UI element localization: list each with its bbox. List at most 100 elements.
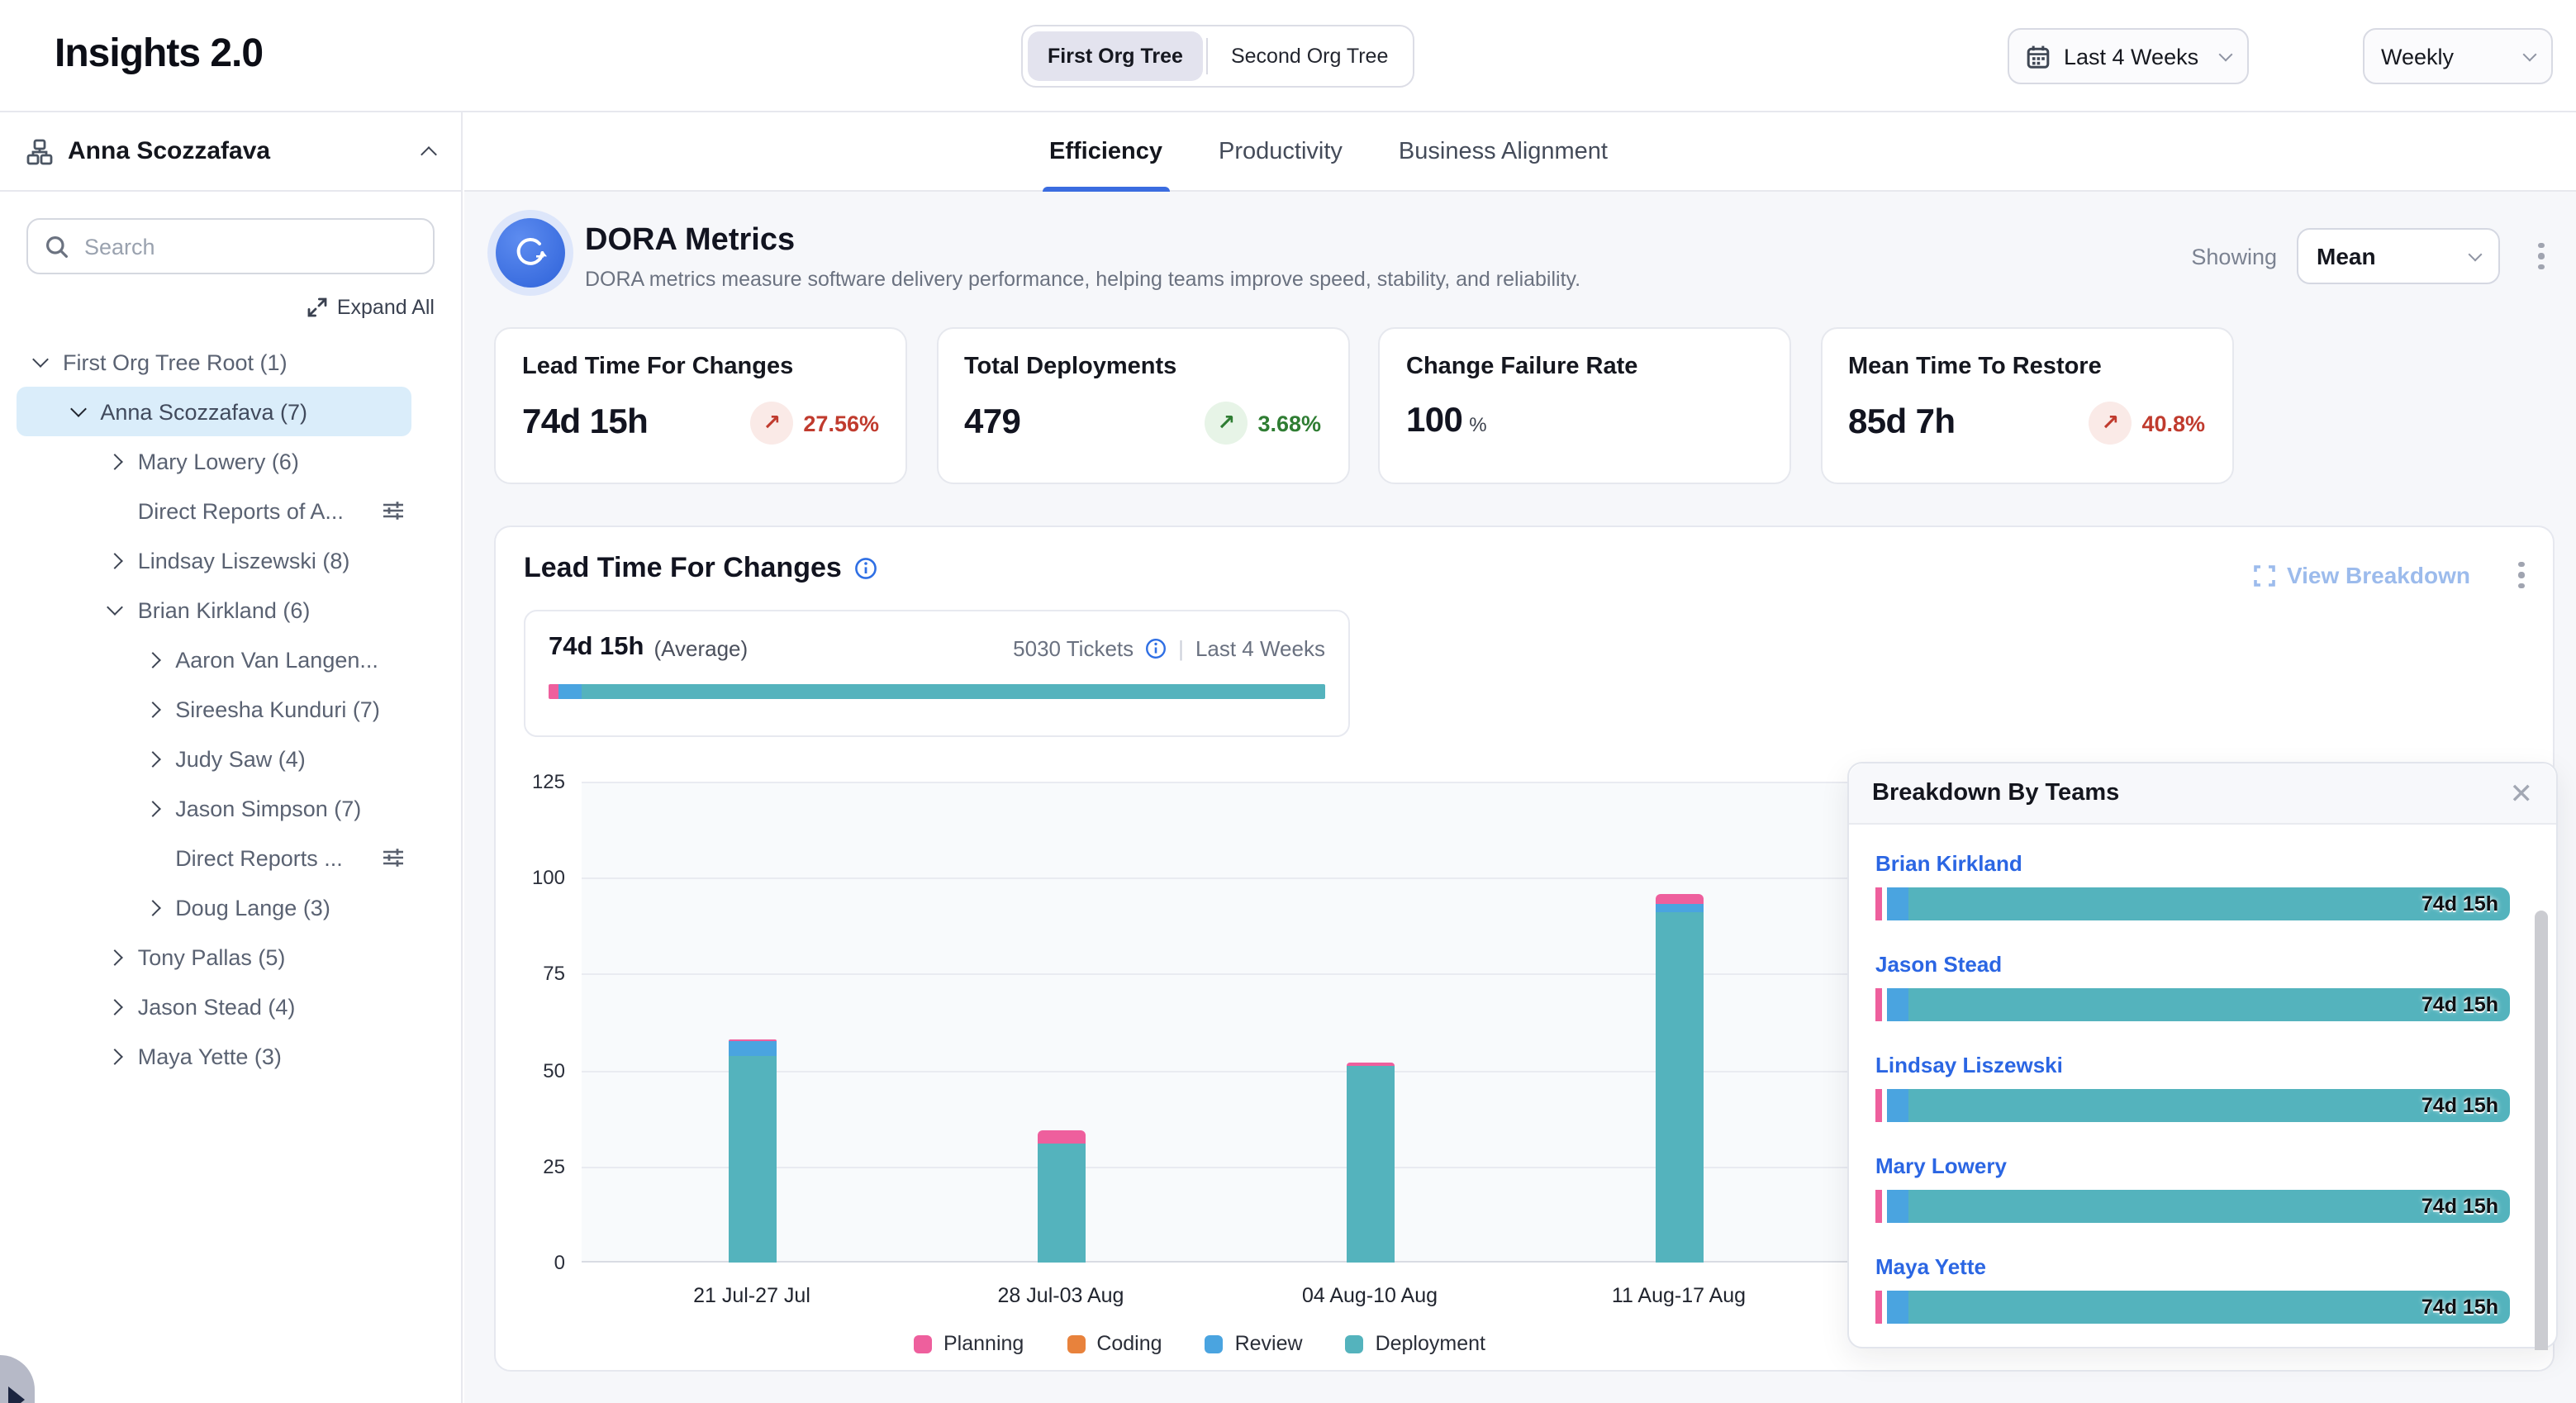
x-tick-label: 11 Aug-17 Aug: [1563, 1284, 1794, 1307]
tab-productivity[interactable]: Productivity: [1219, 112, 1343, 191]
tree-item[interactable]: Lindsay Liszewski (8): [17, 535, 411, 585]
chart-legend: Planning Coding Review Deployment: [582, 1332, 1818, 1355]
deployment-segment: 74d 15h: [1908, 1089, 2510, 1122]
tree-item[interactable]: Doug Lange (3): [17, 882, 411, 932]
filters-icon[interactable]: [382, 499, 405, 522]
tree-item[interactable]: Anna Scozzafava (7): [17, 387, 411, 436]
team-value: 74d 15h: [2422, 1094, 2498, 1117]
tree-item-label: Jason Simpson (7): [175, 796, 361, 820]
team-name-link[interactable]: Mary Lowery: [1875, 1153, 2007, 1178]
metric-card-title: Change Failure Rate: [1406, 354, 1763, 380]
team-item: Mary Lowery 74d 15h: [1875, 1152, 2510, 1223]
deployment-segment: [1655, 912, 1703, 1263]
metric-card: Change Failure Rate100%: [1378, 327, 1791, 484]
chevron-up-icon[interactable]: [421, 145, 437, 162]
average-label: (Average): [654, 635, 748, 660]
toggle-first-org-tree[interactable]: First Org Tree: [1028, 31, 1203, 81]
view-breakdown-label: View Breakdown: [2287, 562, 2470, 588]
tree-item-label: Anna Scozzafava (7): [100, 399, 307, 424]
legend-item-deployment[interactable]: Deployment: [1346, 1332, 1485, 1355]
legend-swatch: [1346, 1334, 1364, 1353]
team-bar[interactable]: 74d 15h: [1875, 1190, 2510, 1223]
team-item: Lindsay Liszewski 74d 15h: [1875, 1051, 2510, 1122]
dora-section-description: DORA metrics measure software delivery p…: [585, 268, 1580, 291]
metric-card: Total Deployments479↗3.68%: [936, 327, 1349, 484]
tab-efficiency[interactable]: Efficiency: [1049, 112, 1162, 191]
tree-item[interactable]: Maya Yette (3): [17, 1031, 411, 1081]
delta-value: 3.68%: [1257, 411, 1321, 435]
x-tick-label: 04 Aug-10 Aug: [1254, 1284, 1485, 1307]
toggle-second-org-tree[interactable]: Second Org Tree: [1211, 31, 1408, 81]
team-bar[interactable]: 74d 15h: [1875, 988, 2510, 1021]
legend-item-planning[interactable]: Planning: [914, 1332, 1024, 1355]
tree-item[interactable]: Direct Reports of A...: [17, 486, 411, 535]
team-value: 74d 15h: [2422, 1195, 2498, 1218]
team-item: Jason Stead 74d 15h: [1875, 950, 2510, 1021]
breakdown-panel-title: Breakdown By Teams: [1872, 780, 2510, 806]
legend-label: Planning: [943, 1332, 1024, 1355]
legend-item-coding[interactable]: Coding: [1067, 1332, 1162, 1355]
tree-item[interactable]: Jason Simpson (7): [17, 783, 411, 833]
info-icon[interactable]: [855, 557, 878, 580]
search-icon: [45, 234, 69, 259]
legend-swatch: [914, 1334, 932, 1353]
filters-icon[interactable]: [382, 846, 405, 869]
scrollbar-thumb[interactable]: [2535, 911, 2548, 1350]
team-bar[interactable]: 74d 15h: [1875, 1089, 2510, 1122]
trend-up-icon: ↗: [2089, 402, 2132, 445]
stage: Insights 2.0 First Org Tree Second Org T…: [0, 0, 2576, 1403]
tree-item[interactable]: First Org Tree Root (1): [17, 337, 411, 387]
deployment-segment: 74d 15h: [1908, 1190, 2510, 1223]
deployment-segment: [728, 1056, 776, 1263]
team-name-link[interactable]: Brian Kirkland: [1875, 851, 2022, 876]
date-range-select[interactable]: Last 4 Weeks: [2008, 28, 2249, 84]
teams-list: Brian Kirkland74d 15hJason Stead74d 15hL…: [1875, 849, 2510, 1324]
team-name-link[interactable]: Jason Stead: [1875, 952, 2002, 977]
deployment-segment: [1346, 1067, 1394, 1263]
tree-item-label: Jason Stead (4): [138, 994, 296, 1019]
info-icon[interactable]: [1145, 637, 1167, 659]
tab-business-alignment[interactable]: Business Alignment: [1399, 112, 1608, 191]
planning-segment: [1875, 1089, 1882, 1122]
metric-card-value: 479: [964, 403, 1020, 443]
bar-1[interactable]: [728, 1039, 776, 1263]
bar-2[interactable]: [1037, 1131, 1085, 1263]
dora-section-title: DORA Metrics: [585, 223, 795, 259]
sidebar-header[interactable]: Anna Scozzafava: [0, 112, 461, 192]
team-bar[interactable]: 74d 15h: [1875, 1291, 2510, 1324]
metric-card-value: 85d 7h: [1848, 403, 1955, 443]
kebab-menu-icon[interactable]: [2510, 557, 2533, 593]
tickets-count: 5030 Tickets: [1013, 635, 1134, 660]
close-icon[interactable]: ✕: [2510, 779, 2534, 807]
drawer-expand-handle[interactable]: [0, 1355, 35, 1403]
delta-value: 40.8%: [2141, 411, 2205, 435]
bar-4[interactable]: [1655, 894, 1703, 1263]
team-name-link[interactable]: Maya Yette: [1875, 1254, 1986, 1279]
tree-item[interactable]: Brian Kirkland (6): [17, 585, 411, 635]
bar-3[interactable]: [1346, 1063, 1394, 1263]
showing-select[interactable]: Mean: [2297, 228, 2500, 284]
tree-item[interactable]: Aaron Van Langen...: [17, 635, 411, 684]
tree-item-label: Tony Pallas (5): [138, 944, 286, 969]
average-stacked-bar: [549, 684, 1325, 699]
tree-item[interactable]: Jason Stead (4): [17, 982, 411, 1031]
review-segment: [558, 684, 581, 699]
chevron-right-icon: [145, 800, 161, 816]
tree-item[interactable]: Judy Saw (4): [17, 734, 411, 783]
kebab-menu-icon[interactable]: [2530, 238, 2553, 274]
date-range-value: Last 4 Weeks: [2064, 44, 2208, 69]
tree-item[interactable]: Mary Lowery (6): [17, 436, 411, 486]
granularity-value: Weekly: [2381, 44, 2512, 69]
view-breakdown-button[interactable]: View Breakdown: [2254, 562, 2470, 588]
team-bar[interactable]: 74d 15h: [1875, 887, 2510, 920]
search-input[interactable]: [84, 234, 416, 259]
tree-item[interactable]: Sireesha Kunduri (7): [17, 684, 411, 734]
granularity-select[interactable]: Weekly: [2363, 28, 2553, 84]
y-tick-label: 50: [506, 1058, 565, 1082]
legend-item-review[interactable]: Review: [1205, 1332, 1303, 1355]
expand-all-button[interactable]: Expand All: [0, 296, 461, 319]
team-name-link[interactable]: Lindsay Liszewski: [1875, 1053, 2063, 1077]
tree-item[interactable]: Direct Reports ...: [17, 833, 411, 882]
tree-item[interactable]: Tony Pallas (5): [17, 932, 411, 982]
chevron-right-icon: [145, 701, 161, 717]
